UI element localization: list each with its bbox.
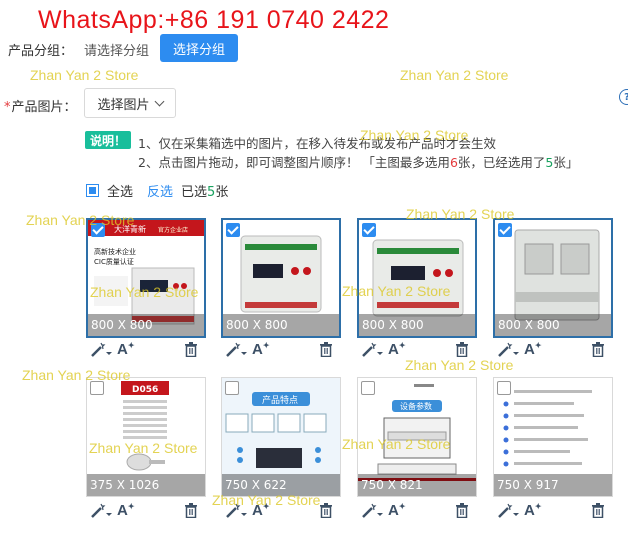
note-text: 2、点击图片拖动，即可调整图片顺序！ 「主图最多选用 bbox=[138, 155, 450, 170]
select-all-label[interactable]: 全选 bbox=[107, 181, 133, 200]
slogan-text: CIC质量认证 bbox=[94, 257, 134, 266]
image-tools: A✦ bbox=[357, 340, 477, 360]
magic-wand-icon[interactable] bbox=[90, 342, 112, 358]
chevron-down-icon bbox=[154, 96, 164, 106]
trash-icon[interactable] bbox=[184, 342, 198, 357]
image-card[interactable]: 750 X 917 bbox=[493, 377, 613, 497]
image-card[interactable]: 800 X 800 bbox=[357, 218, 477, 338]
image-tools: A✦ bbox=[86, 501, 206, 521]
image-size: 800 X 800 bbox=[223, 314, 339, 336]
magic-wand-icon[interactable] bbox=[225, 342, 247, 358]
selected-suffix: 张 bbox=[215, 185, 229, 200]
image-tools: A✦ bbox=[357, 501, 477, 521]
slogan-text: 高新技术企业 bbox=[94, 247, 136, 256]
product-group-label: 产品分组： bbox=[8, 44, 74, 59]
feature-title-text: 产品特点 bbox=[262, 394, 298, 406]
brand-text: 大洋青新 bbox=[114, 224, 146, 234]
ai-icon[interactable]: A✦ bbox=[117, 341, 135, 358]
ai-icon[interactable]: A✦ bbox=[524, 341, 542, 358]
group-placeholder[interactable]: 请选择分组 bbox=[84, 40, 149, 59]
note-line-1: 1、仅在采集箱选中的图片，在移入待发布或发布产品时才会生效 bbox=[138, 136, 496, 151]
param-title-text: 设备参数 bbox=[400, 401, 432, 411]
selection-row: 全选 反选 已选5张 bbox=[86, 181, 228, 200]
whatsapp-watermark: WhatsApp:+86 191 0740 2422 bbox=[38, 6, 390, 34]
note-text: 张」 bbox=[553, 155, 579, 170]
ai-icon[interactable]: A✦ bbox=[388, 502, 406, 519]
ai-icon[interactable]: A✦ bbox=[117, 502, 135, 519]
image-tools: A✦ bbox=[493, 340, 613, 360]
image-size: 750 X 821 bbox=[358, 474, 476, 496]
image-checkbox[interactable] bbox=[498, 223, 512, 237]
ai-icon[interactable]: A✦ bbox=[524, 502, 542, 519]
image-checkbox[interactable] bbox=[90, 381, 104, 395]
image-size: 750 X 917 bbox=[494, 474, 612, 496]
magic-wand-icon[interactable] bbox=[90, 503, 112, 519]
image-checkbox[interactable] bbox=[91, 223, 105, 237]
note-line-2: 2、点击图片拖动，即可调整图片顺序！ 「主图最多选用6张，已经选用了5张」 bbox=[138, 152, 578, 171]
invert-selection-link[interactable]: 反选 bbox=[147, 181, 173, 200]
image-tools: A✦ bbox=[493, 501, 613, 521]
image-checkbox[interactable] bbox=[362, 223, 376, 237]
model-text: D056 bbox=[132, 385, 158, 395]
help-icon[interactable]: ? bbox=[619, 89, 628, 105]
image-checkbox[interactable] bbox=[361, 381, 375, 395]
store-watermark: Zhan Yan 2 Store bbox=[30, 67, 139, 83]
trash-icon[interactable] bbox=[319, 342, 333, 357]
store-watermark: Zhan Yan 2 Store bbox=[400, 67, 509, 83]
image-checkbox[interactable] bbox=[497, 381, 511, 395]
image-size: 800 X 800 bbox=[88, 314, 204, 336]
image-card[interactable]: 设备参数 750 X 821 bbox=[357, 377, 477, 497]
tag-text: 官方企业店 bbox=[158, 226, 188, 234]
image-tools: A✦ bbox=[86, 340, 206, 360]
image-card[interactable]: D056 375 X 1026 bbox=[86, 377, 206, 497]
magic-wand-icon[interactable] bbox=[497, 503, 519, 519]
trash-icon[interactable] bbox=[591, 503, 605, 518]
image-size: 800 X 800 bbox=[495, 314, 611, 336]
trash-icon[interactable] bbox=[591, 342, 605, 357]
trash-icon[interactable] bbox=[184, 503, 198, 518]
selected-count-text: 已选5张 bbox=[181, 181, 228, 200]
image-checkbox[interactable] bbox=[226, 223, 240, 237]
product-image-label: *产品图片： bbox=[4, 96, 77, 115]
image-size: 800 X 800 bbox=[359, 314, 475, 336]
ai-icon[interactable]: A✦ bbox=[252, 341, 270, 358]
magic-wand-icon[interactable] bbox=[361, 342, 383, 358]
image-card[interactable]: 800 X 800 bbox=[221, 218, 341, 338]
ai-icon[interactable]: A✦ bbox=[388, 341, 406, 358]
magic-wand-icon[interactable] bbox=[225, 503, 247, 519]
max-count: 6 bbox=[449, 155, 458, 170]
note-text: 张，已经选用了 bbox=[457, 155, 546, 170]
image-card[interactable]: 产品特点 750 X 622 bbox=[221, 377, 341, 497]
product-image-label-text: 产品图片： bbox=[11, 100, 77, 115]
image-checkbox[interactable] bbox=[225, 381, 239, 395]
image-card[interactable]: 800 X 800 bbox=[493, 218, 613, 338]
selected-prefix: 已选 bbox=[181, 185, 208, 200]
trash-icon[interactable] bbox=[455, 342, 469, 357]
select-all-checkbox[interactable] bbox=[86, 184, 99, 197]
image-card[interactable]: 大洋青新 官方企业店 高新技术企业 CIC质量认证 认证代码:630520 80… bbox=[86, 218, 206, 338]
note-badge: 说明！ bbox=[85, 131, 131, 149]
magic-wand-icon[interactable] bbox=[497, 342, 519, 358]
image-size: 750 X 622 bbox=[222, 474, 340, 496]
image-tools: A✦ bbox=[221, 501, 341, 521]
select-image-button[interactable]: 选择图片 bbox=[84, 88, 176, 118]
select-group-button[interactable]: 选择分组 bbox=[160, 34, 238, 62]
image-tools: A✦ bbox=[221, 340, 341, 360]
trash-icon[interactable] bbox=[319, 503, 333, 518]
select-image-label: 选择图片 bbox=[97, 97, 150, 113]
magic-wand-icon[interactable] bbox=[361, 503, 383, 519]
image-size: 375 X 1026 bbox=[87, 474, 205, 496]
trash-icon[interactable] bbox=[455, 503, 469, 518]
required-mark: * bbox=[4, 100, 11, 115]
ai-icon[interactable]: A✦ bbox=[252, 502, 270, 519]
